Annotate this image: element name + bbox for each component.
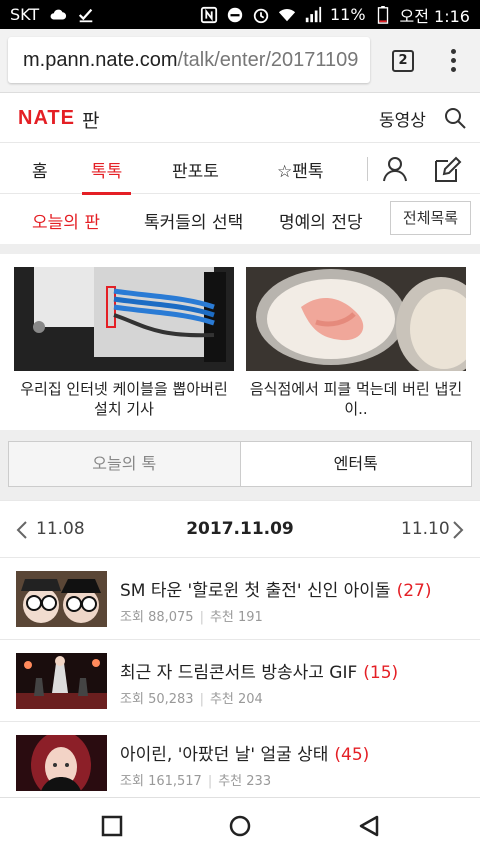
list-thumbnail[interactable] (16, 571, 107, 627)
list-thumbnail[interactable] (16, 735, 107, 791)
signal-icon (305, 6, 322, 22)
talk-toggle: 오늘의 톡 엔터톡 (8, 441, 472, 487)
status-bar: SKT 11% 오전 1:16 (0, 0, 480, 29)
nav-pannphoto[interactable]: 판포토 (172, 157, 219, 182)
featured-card[interactable]: 음식점에서 피클 먹는데 버린 냅킨이.. (246, 267, 466, 419)
list-title[interactable]: SM 타운 '할로윈 첫 출전' 신인 아이돌 (27) (120, 576, 431, 601)
views-label: 조회 (120, 610, 144, 625)
rec-count: 204 (238, 692, 263, 707)
date-nav: 11.08 2017.11.09 11.10 (0, 500, 480, 558)
views-count: 88,075 (148, 610, 194, 625)
rec-count: 233 (246, 774, 272, 789)
subnav-talkers-choice[interactable]: 톡커들의 선택 (144, 208, 243, 233)
featured-card[interactable]: 우리집 인터넷 케이블을 뽑아버린 설치 기사 (14, 267, 234, 419)
battery-icon (377, 5, 388, 24)
battery-percent: 11% (329, 5, 366, 24)
nav-fantalk[interactable]: ☆팬톡 (277, 157, 324, 182)
featured-thumbnail[interactable] (14, 267, 234, 371)
toggle-today-talk[interactable]: 오늘의 톡 (9, 442, 241, 486)
title-text: 최근 자 드림콘서트 방송사고 GIF (120, 663, 358, 683)
list-item[interactable]: 아이린, '아팠던 날' 얼굴 상태 (45) 조회 161,517 | 추천 233 (0, 722, 480, 797)
video-link[interactable]: 동영상 (379, 106, 426, 131)
nav-home[interactable]: 홈 (32, 157, 48, 182)
nav-divider (367, 157, 368, 181)
subnav-today[interactable]: 오늘의 판 (32, 208, 100, 233)
user-icon[interactable] (381, 155, 409, 183)
list-meta: 조회 50,283 | 추천 204 (120, 692, 263, 707)
clock: 오전 1:16 (399, 6, 470, 26)
next-date-link[interactable]: 11.10 (401, 519, 450, 539)
views-label: 조회 (120, 774, 144, 789)
list-title[interactable]: 최근 자 드림콘서트 방송사고 GIF (15) (120, 658, 398, 683)
recents-icon[interactable] (100, 814, 124, 838)
main-nav: 홈 톡톡 판포토 ☆팬톡 (0, 142, 480, 195)
home-icon[interactable] (228, 814, 252, 838)
comment-count: (45) (334, 745, 370, 765)
rec-label: 추천 (209, 610, 234, 625)
list-title[interactable]: 아이린, '아팠던 날' 얼굴 상태 (45) (120, 740, 369, 765)
url-field[interactable]: m.pann.nate.com/talk/enter/20171109 (8, 37, 370, 83)
list-meta: 조회 88,075 | 추천 191 (120, 610, 263, 625)
chevron-right-icon[interactable] (452, 520, 464, 540)
subnav-hall-of-fame[interactable]: 명예의 전당 (279, 208, 363, 233)
url-path: /talk/enter/20171109 (177, 49, 359, 71)
list-item[interactable]: SM 타운 '할로윈 첫 출전' 신인 아이돌 (27) 조회 88,075 | 추천… (0, 558, 480, 640)
search-icon[interactable] (443, 106, 467, 130)
featured-thumbnail[interactable] (246, 267, 466, 371)
back-icon[interactable] (357, 814, 381, 838)
system-nav-bar (0, 797, 480, 853)
rec-label: 추천 (209, 692, 234, 707)
cloud-icon (50, 9, 67, 19)
do-not-disturb-icon (227, 7, 243, 22)
views-label: 조회 (120, 692, 144, 707)
pann-logo-text[interactable]: 판 (82, 106, 99, 133)
list-meta: 조회 161,517 | 추천 233 (120, 774, 272, 789)
divider-band (0, 244, 480, 254)
all-list-button[interactable]: 전체목록 (390, 201, 471, 235)
url-host: m.pann.nate.com (23, 49, 178, 71)
rec-label: 추천 (218, 774, 243, 789)
title-text: 아이린, '아팠던 날' 얼굴 상태 (120, 745, 329, 765)
nate-logo[interactable]: NATE (18, 107, 75, 130)
download-check-icon (79, 8, 93, 22)
comment-count: (15) (363, 663, 399, 683)
sub-nav: 오늘의 판 톡커들의 선택 명예의 전당 전체목록 (0, 194, 480, 244)
toggle-enter-talk[interactable]: 엔터톡 (240, 442, 471, 486)
featured-caption[interactable]: 음식점에서 피클 먹는데 버린 냅킨이.. (246, 379, 466, 419)
alarm-icon (253, 8, 269, 23)
title-text: SM 타운 '할로윈 첫 출전' 신인 아이돌 (120, 581, 391, 601)
views-count: 161,517 (148, 774, 202, 789)
menu-kebab-icon[interactable] (450, 49, 456, 73)
carrier-label: SKT (10, 5, 40, 24)
site-header: NATE 판 동영상 (0, 94, 480, 142)
rec-count: 191 (238, 610, 263, 625)
browser-toolbar: m.pann.nate.com/talk/enter/20171109 2 (0, 29, 480, 93)
featured-cards: 우리집 인터넷 케이블을 뽑아버린 설치 기사 음식점에서 피클 먹는데 버린 … (0, 254, 480, 430)
comment-count: (27) (396, 581, 432, 601)
write-icon[interactable] (432, 155, 462, 183)
wifi-icon (278, 8, 296, 21)
list-item[interactable]: 최근 자 드림콘서트 방송사고 GIF (15) 조회 50,283 | 추천 204 (0, 640, 480, 722)
views-count: 50,283 (148, 692, 194, 707)
nfc-icon (200, 6, 218, 23)
featured-caption[interactable]: 우리집 인터넷 케이블을 뽑아버린 설치 기사 (14, 379, 234, 419)
nav-toktok[interactable]: 톡톡 (91, 157, 122, 182)
tab-switcher-button[interactable]: 2 (392, 50, 414, 72)
list-thumbnail[interactable] (16, 653, 107, 709)
